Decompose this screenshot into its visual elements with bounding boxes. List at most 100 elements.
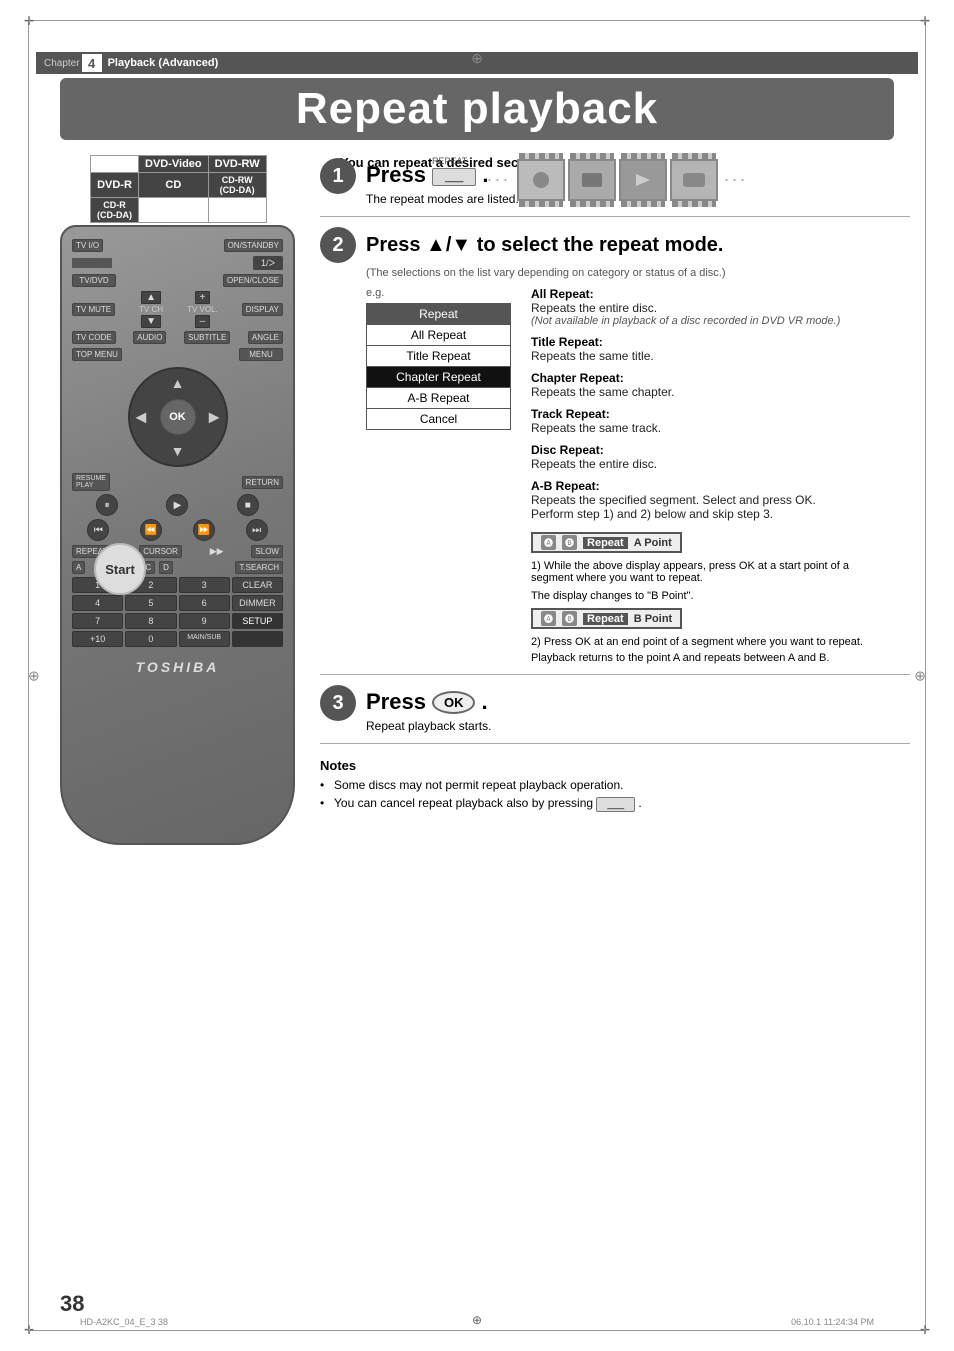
num-7-button[interactable]: 7 xyxy=(72,613,123,629)
dimmer-button[interactable]: DIMMER xyxy=(232,595,283,611)
disc-dvd-video: DVD-Video xyxy=(139,156,209,173)
cursor-button[interactable]: CURSOR xyxy=(139,545,182,558)
menu-item-ab-repeat: A-B Repeat xyxy=(366,387,511,409)
num-6-button[interactable]: 6 xyxy=(179,595,230,611)
num-0-button[interactable]: 0 xyxy=(125,631,176,647)
page-title: Repeat playback xyxy=(296,84,658,134)
center-cross-left: ⊕ xyxy=(28,667,40,684)
plus10-button[interactable]: +10 xyxy=(72,631,123,647)
desc-ab-repeat-title: A-B Repeat: xyxy=(531,479,910,493)
resume-play-button[interactable]: RESUMEPLAY xyxy=(72,473,110,491)
desc-chapter-repeat: Chapter Repeat: Repeats the same chapter… xyxy=(531,371,910,399)
descriptions-container: All Repeat: Repeats the entire disc. (No… xyxy=(531,287,910,664)
ab-result-text: Playback returns to the point A and repe… xyxy=(531,652,910,664)
title-banner: Repeat playback xyxy=(60,78,894,140)
step1-content: Press REPEAT ___ . The repeat modes are … xyxy=(366,158,519,206)
desc-all-repeat-note: (Not available in playback of a disc rec… xyxy=(531,315,910,327)
tv-dvd-button[interactable]: TV/DVD xyxy=(72,274,116,287)
nav-down-button[interactable]: ▼ xyxy=(171,443,185,459)
pause-button[interactable]: ⏸ xyxy=(96,494,118,516)
chapter-label: Chapter xyxy=(44,58,80,69)
nav-left-button[interactable]: ◀ xyxy=(136,409,147,426)
next-chapter-button[interactable]: ⏭ xyxy=(246,519,268,541)
page-number: 38 xyxy=(60,1291,84,1317)
footer-file-info: HD-A2KC_04_E_3 38 xyxy=(80,1317,168,1327)
stop-button[interactable]: ■ xyxy=(237,494,259,516)
note-text-2: You can cancel repeat playback also by p… xyxy=(334,796,596,810)
audio-button[interactable]: AUDIO xyxy=(133,331,166,344)
desc-title-repeat-text: Repeats the same title. xyxy=(531,349,910,363)
desc-chapter-repeat-text: Repeats the same chapter. xyxy=(531,385,910,399)
repeat-menu: Repeat All Repeat Title Repeat Chapter R… xyxy=(366,303,511,430)
fwd-button[interactable]: ⏩ xyxy=(193,519,215,541)
ab-repeat-word-a: Repeat xyxy=(583,537,628,549)
num-8-button[interactable]: 8 xyxy=(125,613,176,629)
ab-repeat-word-b: Repeat xyxy=(583,613,628,625)
desc-title-repeat: Title Repeat: Repeats the same title. xyxy=(531,335,910,363)
note-item-2: • You can cancel repeat playback also by… xyxy=(320,796,910,812)
nav-right-button[interactable]: ▶ xyxy=(209,409,220,426)
onstandby-button[interactable]: ON/STANDBY xyxy=(224,239,283,252)
eg-label: e.g. xyxy=(366,287,511,299)
return-button[interactable]: RETURN xyxy=(242,476,283,489)
step3-circle: 3 xyxy=(320,685,356,721)
display-changes-note: The display changes to "B Point". xyxy=(531,590,910,602)
prev-chapter-button[interactable]: ⏮ xyxy=(87,519,109,541)
ok-button[interactable]: OK xyxy=(160,399,196,435)
page-border-bottom xyxy=(28,1330,926,1331)
top-menu-button[interactable]: TOP MENU xyxy=(72,348,122,361)
tv-mute-button[interactable]: TV MUTE xyxy=(72,303,115,316)
repeat-menu-container: e.g. Repeat All Repeat Title Repeat Chap… xyxy=(366,287,511,664)
angle-button[interactable]: ANGLE xyxy=(248,331,283,344)
t-search-button[interactable]: T.SEARCH xyxy=(235,561,283,574)
corner-cross-bl: ✛ xyxy=(22,1323,36,1337)
corner-cross-tl: ✛ xyxy=(22,14,36,28)
nav-up-button[interactable]: ▲ xyxy=(171,375,185,391)
subtitle-button[interactable]: SUBTITLE xyxy=(184,331,230,344)
seek-controls: ⏮ ⏪ ⏩ ⏭ xyxy=(72,519,283,541)
play-button[interactable]: ▶ xyxy=(166,494,188,516)
tv-io-button[interactable]: TV I/O xyxy=(72,239,103,252)
display-button[interactable]: DISPLAY xyxy=(242,303,283,316)
note-text-1: Some discs may not permit repeat playbac… xyxy=(334,778,623,792)
step1-press-label: Press xyxy=(366,162,426,188)
menu-item-chapter-repeat: Chapter Repeat xyxy=(366,366,511,388)
rew-button[interactable]: ⏪ xyxy=(140,519,162,541)
step1-description: The repeat modes are listed. xyxy=(366,192,519,206)
num-5-button[interactable]: 5 xyxy=(125,595,176,611)
num-3-button[interactable]: 3 xyxy=(179,577,230,593)
note-item-1: • Some discs may not permit repeat playb… xyxy=(320,778,910,792)
num-9-button[interactable]: 9 xyxy=(179,613,230,629)
step2-title: Press ▲/▼ to select the repeat mode. xyxy=(366,234,724,257)
d-button[interactable]: D xyxy=(159,561,173,574)
tv-code-button[interactable]: TV CODE xyxy=(72,331,116,344)
center-cross-top: ⊕ xyxy=(471,50,483,67)
desc-disc-repeat-title: Disc Repeat: xyxy=(531,443,910,457)
menu-item-title-repeat: Title Repeat xyxy=(366,345,511,367)
step3-ok-key: OK xyxy=(432,691,476,714)
chapter-title: Playback (Advanced) xyxy=(108,57,219,69)
transport-controls: ⏸ ▶ ■ xyxy=(72,494,283,516)
desc-track-repeat-title: Track Repeat: xyxy=(531,407,910,421)
brand-logo: TOSHIBA xyxy=(72,659,283,675)
step3-content: Press OK . Repeat playback starts. xyxy=(366,685,491,733)
clear-button[interactable]: CLEAR xyxy=(232,577,283,593)
corner-cross-tr: ✛ xyxy=(918,14,932,28)
step2-body: e.g. Repeat All Repeat Title Repeat Chap… xyxy=(366,287,910,664)
step3-description: Repeat playback starts. xyxy=(366,719,491,733)
note-period-2: . xyxy=(638,796,641,810)
slow-button[interactable]: SLOW xyxy=(251,545,283,558)
setup-button[interactable]: SETUP xyxy=(232,613,283,629)
menu-item-cancel: Cancel xyxy=(366,408,511,430)
main-sub-button[interactable]: MAIN/SUB xyxy=(179,631,230,647)
a-button[interactable]: A xyxy=(72,561,85,574)
desc-all-repeat-text: Repeats the entire disc. xyxy=(531,301,910,315)
num-4-button[interactable]: 4 xyxy=(72,595,123,611)
step3-period: . xyxy=(481,689,487,715)
footer-cross: ⊕ xyxy=(472,1313,482,1327)
open-close-button[interactable]: OPEN/CLOSE xyxy=(223,274,283,287)
ab-display-a: 🅐 🅑 Repeat A Point xyxy=(531,529,910,556)
main-content: 1 Press REPEAT ___ . The repeat modes ar… xyxy=(320,148,910,812)
menu-button[interactable]: MENU xyxy=(239,348,283,361)
ab-display-a-visual: 🅐 🅑 Repeat A Point xyxy=(531,532,682,553)
